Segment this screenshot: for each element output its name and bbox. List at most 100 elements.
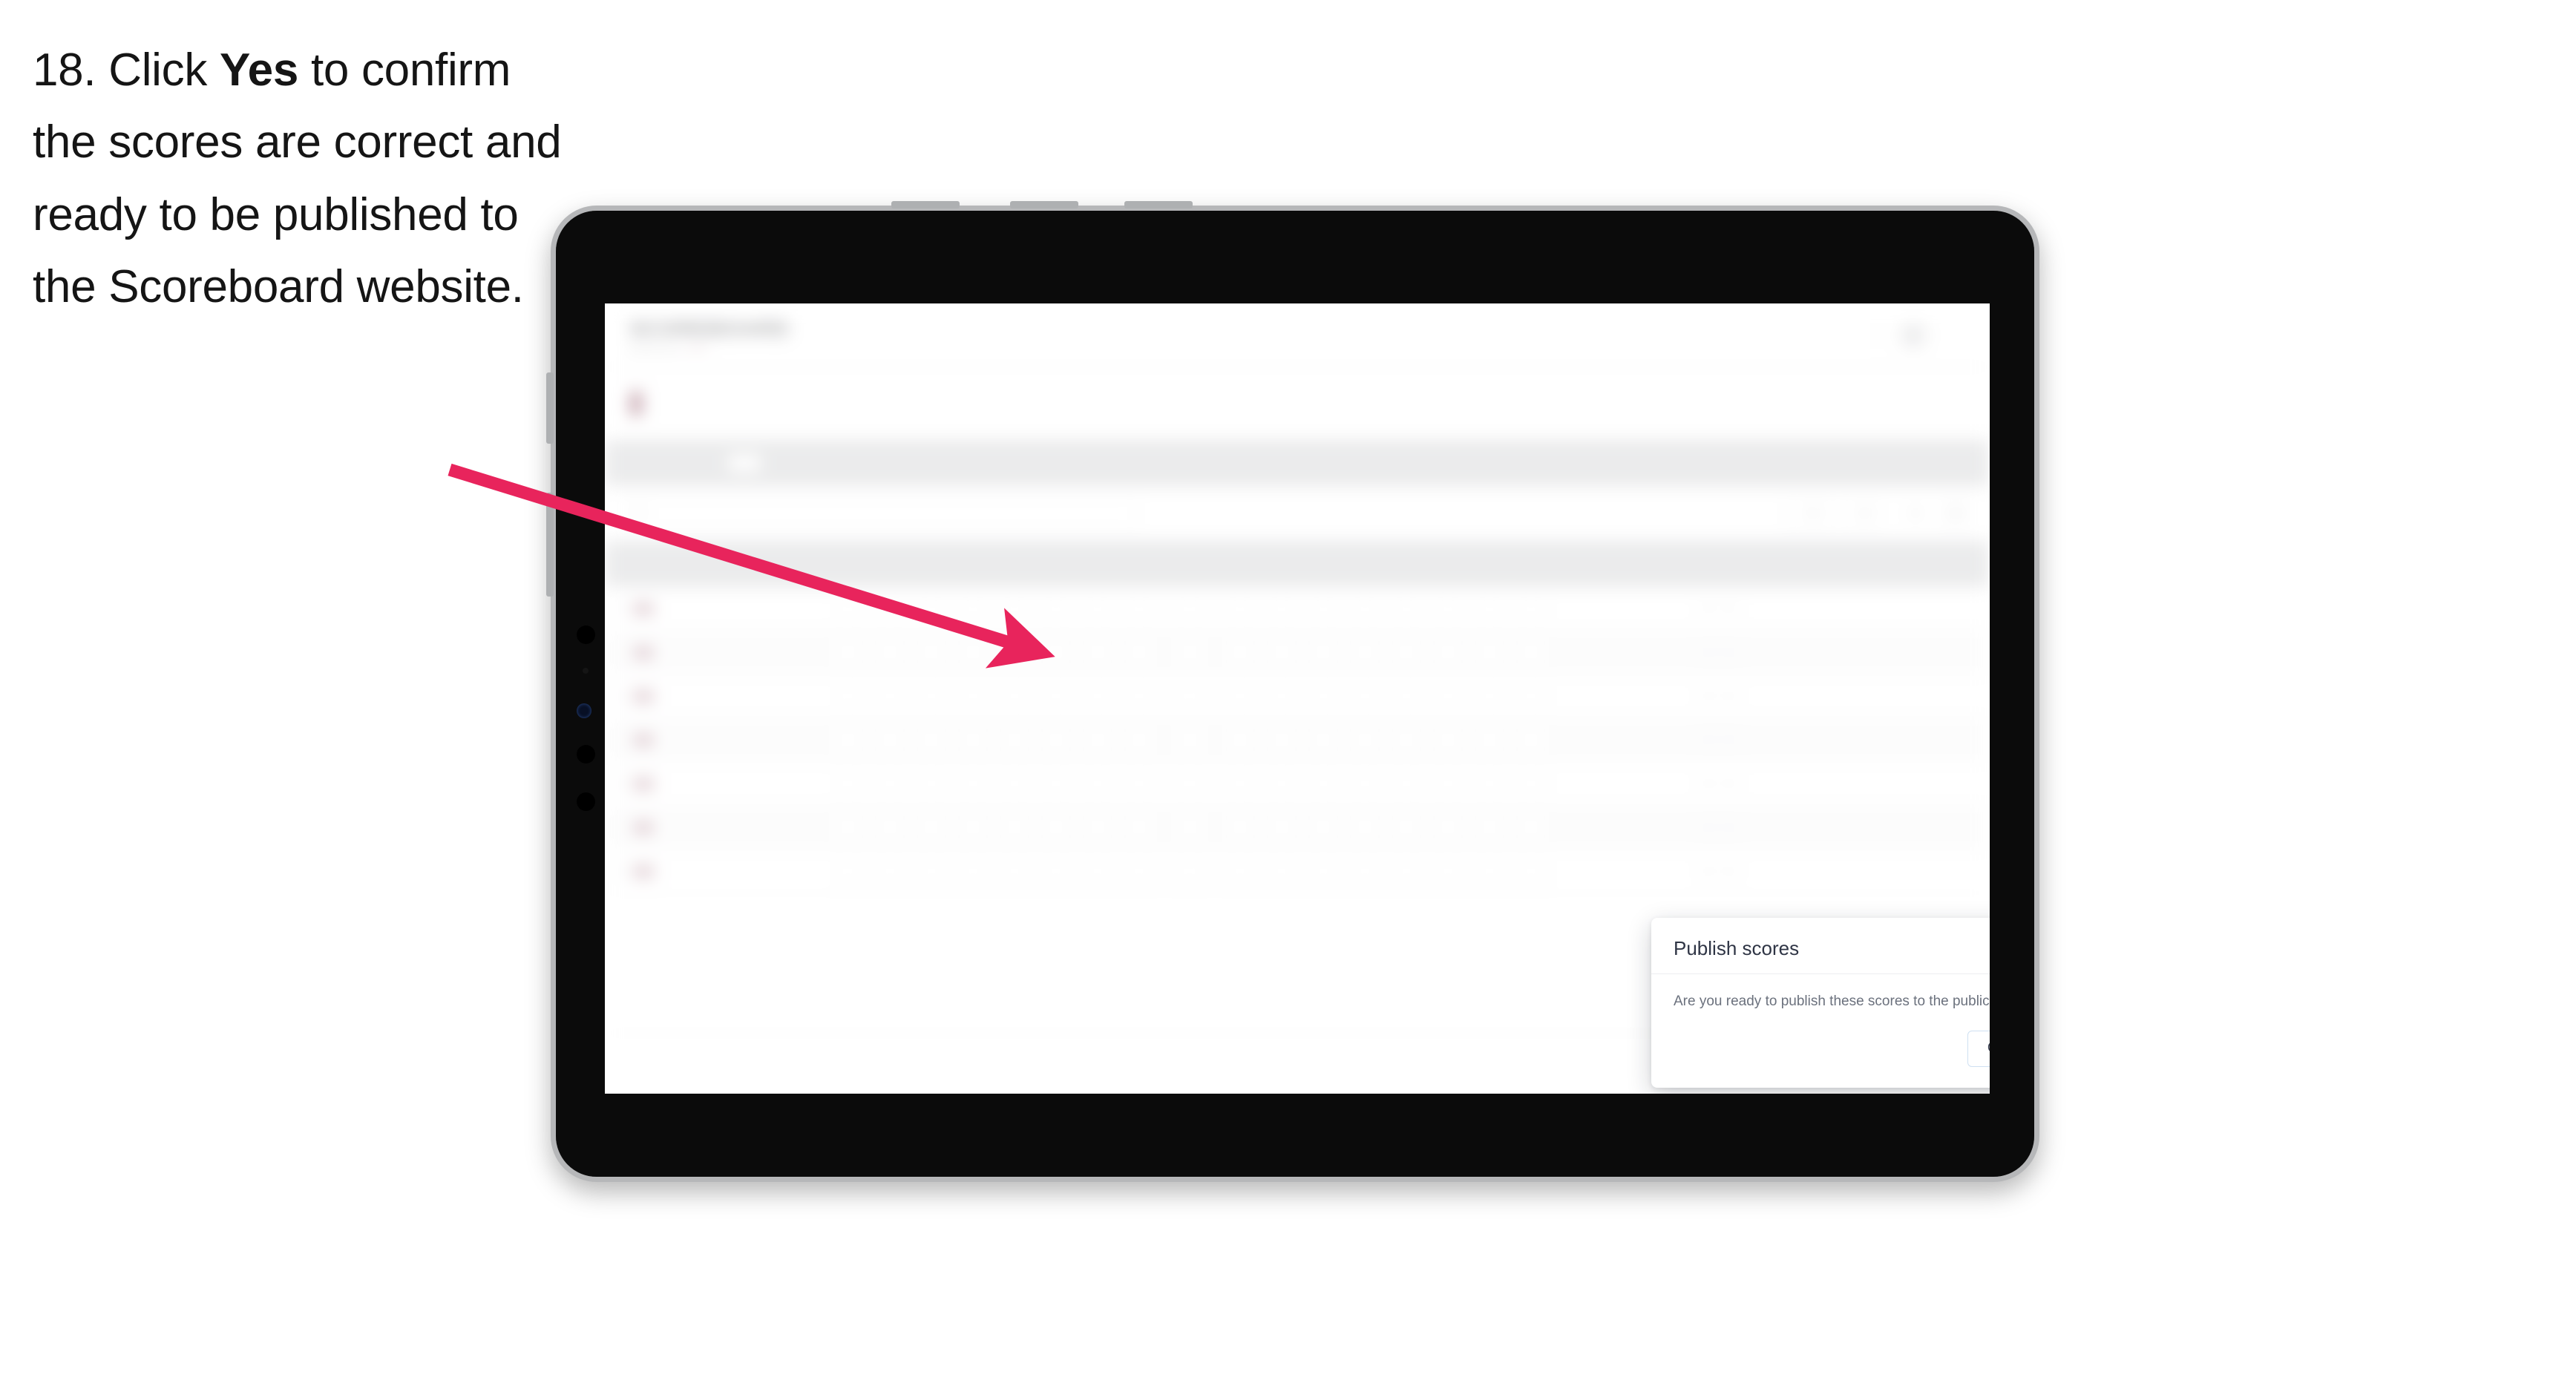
row-checkbox[interactable] [612,645,626,660]
score-cell[interactable] [869,587,911,630]
score-input[interactable] [918,729,944,751]
score-input[interactable] [835,816,861,838]
score-cell[interactable] [952,850,994,893]
score-input[interactable] [1310,860,1336,882]
score-cell[interactable] [1035,762,1077,805]
row-checkbox[interactable] [612,864,626,878]
score-cell[interactable] [1427,587,1469,630]
score-cell[interactable] [1427,850,1469,893]
table-column-header-3[interactable] [911,541,952,587]
score-input[interactable] [1310,641,1336,663]
table-row[interactable] [605,850,1990,893]
score-cell[interactable] [1344,674,1386,717]
score-input[interactable] [1043,685,1069,707]
score-input[interactable] [1351,729,1377,751]
score-input[interactable] [960,597,986,620]
score-cell[interactable] [1469,674,1510,717]
filter-control-1[interactable]: ▾ [1786,497,1828,530]
status-badge[interactable] [1671,850,1767,893]
status-pill-a[interactable] [1697,693,1716,699]
score-cell[interactable] [1118,806,1160,849]
score-input[interactable] [1176,597,1202,620]
score-cell[interactable] [1386,631,1427,674]
score-input[interactable] [1435,816,1461,838]
total-cell[interactable] [1552,674,1611,717]
score-input[interactable] [1351,685,1377,707]
status-pill-b[interactable] [1721,649,1740,655]
tab-1[interactable] [621,455,654,471]
score-cell[interactable] [911,674,952,717]
score-input[interactable] [1393,641,1419,663]
score-input[interactable] [1227,685,1253,707]
status-badge[interactable] [1671,762,1767,805]
score-cell[interactable] [1386,850,1427,893]
score-cell[interactable] [911,587,952,630]
score-cell[interactable] [994,718,1035,761]
score-cell[interactable] [827,587,869,630]
row-checkbox[interactable] [612,732,626,747]
score-input[interactable] [1351,860,1377,882]
row-checkbox[interactable] [612,776,626,791]
score-input[interactable] [1476,597,1502,620]
score-cell[interactable] [1386,806,1427,849]
score-cell[interactable] [1510,806,1552,849]
score-cell[interactable] [1261,850,1302,893]
score-cell[interactable] [869,806,911,849]
score-input[interactable] [1310,772,1336,795]
score-cell[interactable] [1344,631,1386,674]
player-cell[interactable] [605,850,827,893]
player-cell[interactable] [605,674,827,717]
status-pill-b[interactable] [1721,781,1740,786]
score-input[interactable] [1393,685,1419,707]
score-input[interactable] [835,597,861,620]
filter-control-3[interactable]: ▾ [1890,497,1930,530]
table-column-header-5[interactable] [994,541,1035,587]
total-cell[interactable] [1552,718,1611,761]
score-cell[interactable] [1035,806,1077,849]
score-cell[interactable] [911,631,952,674]
score-cell[interactable] [911,762,952,805]
player-cell[interactable] [605,762,827,805]
score-input[interactable] [1393,816,1419,838]
score-cell[interactable] [1469,718,1510,761]
score-input[interactable] [1176,729,1202,751]
total-cell[interactable] [1552,587,1611,630]
device-button-side-2[interactable] [546,493,554,597]
score-input[interactable] [1126,729,1152,751]
score-cell[interactable] [827,674,869,717]
score-cell[interactable] [1219,718,1261,761]
score-cell[interactable] [827,850,869,893]
score-input[interactable] [1084,772,1110,795]
score-cell[interactable] [1118,674,1160,717]
table-column-header-20[interactable] [1671,541,1767,587]
score-input[interactable] [1176,772,1202,795]
average-cell[interactable] [1611,674,1671,717]
score-input[interactable] [1001,641,1027,663]
table-column-header-12[interactable] [1302,541,1344,587]
score-input[interactable] [835,860,861,882]
status-pill-a[interactable] [1697,781,1716,786]
score-cell[interactable] [1261,762,1302,805]
average-cell[interactable] [1611,587,1671,630]
score-input[interactable] [1126,641,1152,663]
score-input[interactable] [876,685,902,707]
status-pill-b[interactable] [1721,737,1740,743]
table-column-header-16[interactable] [1469,541,1510,587]
status-badge[interactable] [1671,806,1767,849]
score-cell[interactable] [1344,806,1386,849]
table-column-header-2[interactable] [869,541,911,587]
score-input[interactable] [1126,860,1152,882]
score-cell[interactable] [1118,587,1160,630]
score-input[interactable] [1351,597,1377,620]
filter-control-2[interactable]: ▾ [1838,497,1880,530]
score-input[interactable] [1476,685,1502,707]
status-pill-b[interactable] [1721,868,1740,874]
score-cell[interactable] [1427,806,1469,849]
avatar[interactable] [1901,322,1926,348]
score-cell[interactable] [1469,850,1510,893]
settings-icon[interactable]: ⚙ [1941,499,1970,528]
score-input[interactable] [1268,597,1294,620]
average-cell[interactable] [1611,806,1671,849]
score-cell[interactable] [1077,806,1118,849]
score-input[interactable] [1001,772,1027,795]
